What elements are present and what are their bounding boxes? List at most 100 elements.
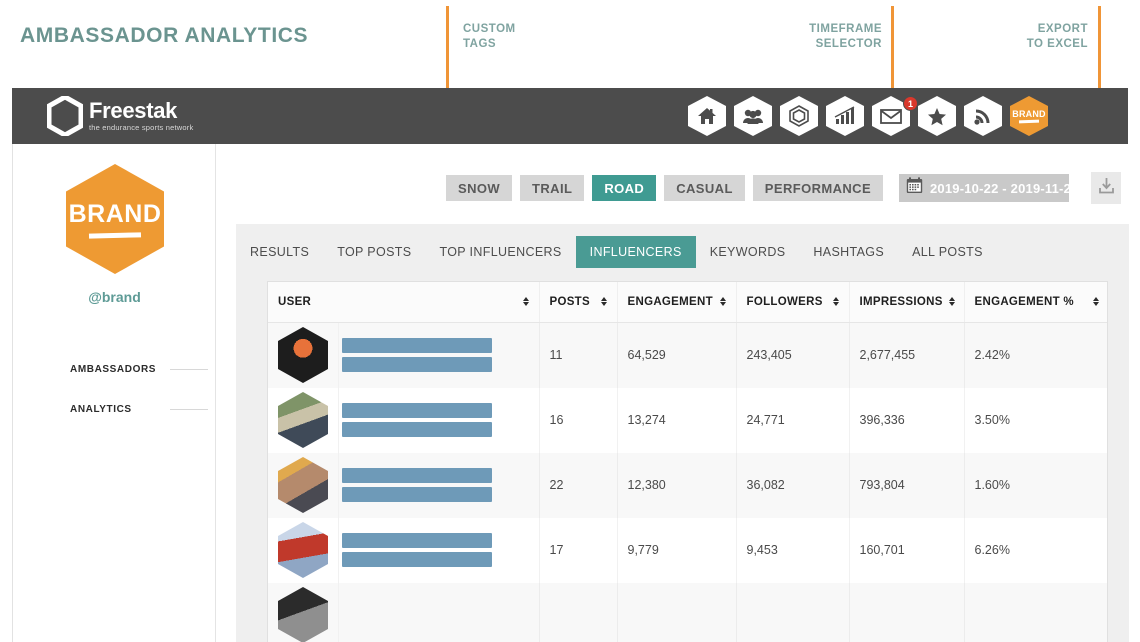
timeframe-value: 2019-10-22 - 2019-11-2 (930, 180, 1069, 196)
table-row[interactable]: 11 64,529 243,405 2,677,455 2.42% (268, 322, 1107, 388)
column-header-impressions[interactable]: IMPRESSIONS (849, 282, 965, 323)
column-label: IMPRESSIONS (859, 295, 943, 308)
table-row[interactable]: 22 12,380 36,082 793,804 1.60% (268, 452, 1107, 518)
cell-engagement: 12,380 (617, 452, 737, 518)
tag-road[interactable]: ROAD (592, 175, 657, 201)
avatar (278, 522, 328, 578)
callout-label-timeframe: TIMEFRAME SELECTOR (809, 23, 882, 50)
influencers-table-card: USER POSTS ENGAGEMENT FOLLOWERS IMPRESSI… (267, 281, 1108, 642)
cell-user[interactable] (268, 322, 540, 388)
sort-icon[interactable] (948, 297, 955, 307)
tab-results[interactable]: RESULTS (236, 236, 323, 268)
sidebar-divider (170, 409, 208, 410)
cell-user[interactable] (268, 452, 540, 518)
timeframe-selector[interactable]: 2019-10-22 - 2019-11-2 (899, 174, 1069, 202)
column-header-engagement[interactable]: ENGAGEMENT (617, 282, 737, 323)
tab-top-posts[interactable]: TOP POSTS (323, 236, 425, 268)
redacted-user-name (342, 338, 492, 372)
sidebar-item-ambassadors[interactable]: AMBASSADORS (13, 349, 216, 389)
cell-impressions: 396,336 (849, 387, 965, 453)
sidebar-handle[interactable]: @brand (13, 289, 216, 305)
sidebar-brand-hexagon[interactable]: BRAND (66, 164, 164, 274)
freestak-logo[interactable]: Freestak the endurance sports network (46, 94, 194, 138)
app-body: BRAND @brand AMBASSADORS ANALYTICS SNOW … (12, 144, 1129, 642)
tab-keywords[interactable]: KEYWORDS (696, 236, 800, 268)
cell-followers (736, 582, 850, 642)
cell-engagement-pct: 6.26% (964, 517, 1107, 583)
cell-user[interactable] (268, 517, 540, 583)
export-to-excel-button[interactable] (1091, 172, 1121, 204)
sidebar-brand-underline (88, 232, 142, 239)
cell-engagement: 9,779 (617, 517, 737, 583)
column-header-user[interactable]: USER (268, 282, 540, 323)
column-label: ENGAGEMENT (627, 295, 713, 308)
callout-label-custom-tags: CUSTOM TAGS (463, 23, 516, 50)
cell-engagement: 13,274 (617, 387, 737, 453)
sidebar-brand-label: BRAND (68, 200, 162, 228)
avatar-divider (338, 322, 339, 388)
sidebar-item-analytics[interactable]: ANALYTICS (13, 389, 216, 429)
tab-influencers[interactable]: INFLUENCERS (575, 236, 696, 268)
column-label: POSTS (549, 295, 590, 308)
cell-engagement: 64,529 (617, 322, 737, 388)
rss-icon[interactable] (964, 96, 1002, 136)
sort-icon[interactable] (522, 297, 529, 307)
calendar-icon (906, 177, 923, 199)
sort-icon[interactable] (600, 297, 607, 307)
tab-all-posts[interactable]: ALL POSTS (898, 236, 997, 268)
home-icon[interactable] (688, 96, 726, 136)
cell-posts: 22 (539, 452, 618, 518)
download-icon (1098, 177, 1115, 200)
tag-snow[interactable]: SNOW (446, 175, 513, 201)
envelope-badge: 1 (903, 96, 918, 111)
hexagon-ring-icon[interactable] (780, 96, 818, 136)
cell-user[interactable] (268, 387, 540, 453)
avatar-divider (338, 452, 339, 518)
sidebar: BRAND @brand AMBASSADORS ANALYTICS (13, 144, 216, 642)
sidebar-nav: AMBASSADORS ANALYTICS (13, 349, 216, 429)
people-icon[interactable] (734, 96, 772, 136)
brand-hexagon-underline (1018, 119, 1040, 124)
cell-engagement-pct: 2.42% (964, 322, 1107, 388)
tag-trail[interactable]: TRAIL (520, 175, 585, 201)
tag-performance[interactable]: PERFORMANCE (752, 175, 884, 201)
cell-posts: 17 (539, 517, 618, 583)
column-label: USER (278, 295, 312, 308)
page-title: AMBASSADOR ANALYTICS (20, 24, 309, 47)
sidebar-item-label: ANALYTICS (70, 403, 132, 415)
cell-impressions: 160,701 (849, 517, 965, 583)
sort-icon[interactable] (832, 297, 839, 307)
cell-impressions: 2,677,455 (849, 322, 965, 388)
tab-hashtags[interactable]: HASHTAGS (799, 236, 898, 268)
logo-tagline: the endurance sports network (89, 123, 194, 132)
sort-icon[interactable] (719, 297, 726, 307)
avatar-divider (338, 517, 339, 583)
sidebar-item-label: AMBASSADORS (70, 363, 157, 375)
sidebar-divider (170, 369, 208, 370)
app-header: Freestak the endurance sports network BR… (12, 88, 1128, 144)
cell-user[interactable] (268, 582, 540, 642)
brand-hexagon-icon[interactable]: BRAND (1010, 96, 1048, 136)
column-header-engagement-pct[interactable]: ENGAGEMENT % (964, 282, 1107, 323)
star-icon[interactable] (918, 96, 956, 136)
cell-followers: 243,405 (736, 322, 850, 388)
avatar-divider (338, 582, 339, 642)
tab-top-influencers[interactable]: TOP INFLUENCERS (425, 236, 575, 268)
column-header-posts[interactable]: POSTS (539, 282, 618, 323)
table-row[interactable]: 16 13,274 24,771 396,336 3.50% (268, 387, 1107, 453)
cell-followers: 24,771 (736, 387, 850, 453)
tag-casual[interactable]: CASUAL (664, 175, 745, 201)
cell-engagement-pct: 1.60% (964, 452, 1107, 518)
column-label: FOLLOWERS (746, 295, 823, 308)
chart-icon[interactable] (826, 96, 864, 136)
cell-posts (539, 582, 618, 642)
brand-hexagon-label: BRAND (1012, 109, 1046, 120)
sort-icon[interactable] (1093, 297, 1099, 307)
cell-followers: 9,453 (736, 517, 850, 583)
column-header-followers[interactable]: FOLLOWERS (736, 282, 850, 323)
table-row-partial[interactable] (268, 582, 1107, 642)
callout-label-export: EXPORT TO EXCEL (1026, 23, 1088, 50)
cell-impressions: 793,804 (849, 452, 965, 518)
avatar (278, 587, 328, 642)
table-row[interactable]: 17 9,779 9,453 160,701 6.26% (268, 517, 1107, 583)
